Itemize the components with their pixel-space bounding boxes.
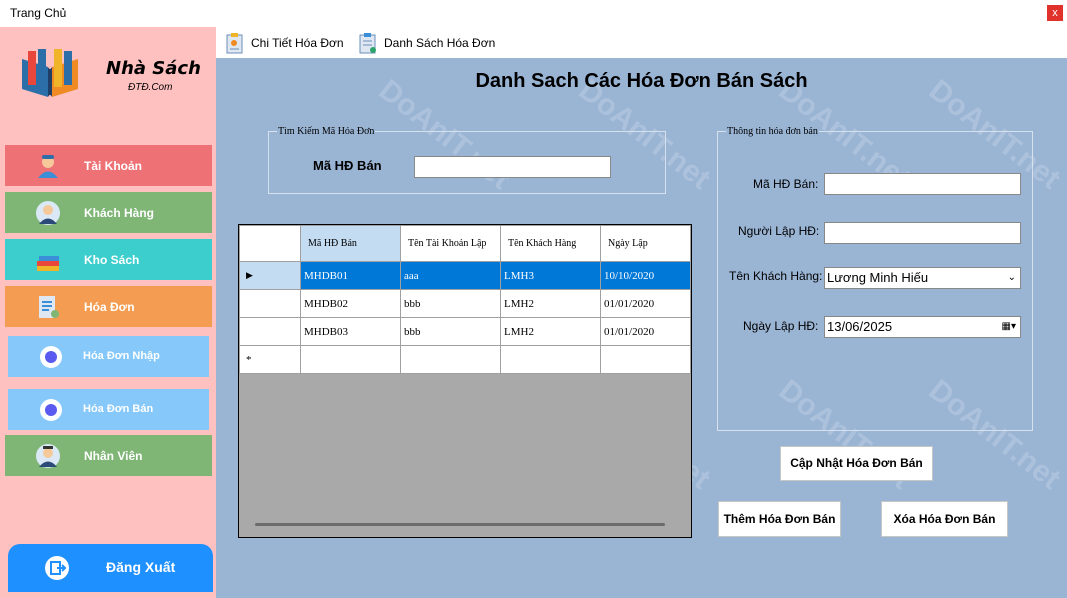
- nguoi-lap-label: Người Lập HĐ:: [738, 224, 820, 238]
- nav-label: Khách Hàng: [84, 206, 155, 220]
- cell[interactable]: MHDB01: [300, 261, 401, 290]
- chevron-down-icon: ⌄: [1007, 272, 1016, 283]
- toolbar: Chi Tiết Hóa Đơn Danh Sách Hóa Đơn: [216, 27, 1067, 58]
- khach-hang-select[interactable]: Lương Minh Hiếu ⌄: [824, 267, 1021, 289]
- invoice-icon: [39, 296, 59, 318]
- nav-hoa-don[interactable]: Hóa Đơn: [5, 286, 212, 327]
- brand-subtitle: ĐTĐ.Com: [128, 82, 173, 93]
- cell[interactable]: LMH2: [500, 317, 601, 346]
- customer-icon: [36, 201, 60, 225]
- ma-hd-label: Mã HĐ Bán:: [753, 177, 819, 191]
- radio-icon: [40, 399, 62, 421]
- col-header-khach-hang[interactable]: Tên Khách Hàng: [500, 225, 601, 262]
- add-invoice-button[interactable]: Thêm Hóa Đơn Bán: [718, 501, 841, 537]
- logout-button[interactable]: Đăng Xuất: [8, 544, 213, 592]
- col-header-tai-khoan[interactable]: Tên Tài Khoản Lập: [400, 225, 501, 262]
- grid-corner: [239, 225, 301, 262]
- invoice-list-icon: [359, 33, 376, 54]
- window-title: Trang Chủ: [10, 6, 67, 20]
- cell[interactable]: [400, 345, 501, 374]
- invoice-info-legend: Thông tin hóa đơn bán: [727, 126, 818, 137]
- table-row[interactable]: ▶ MHDB01 aaa LMH3 10/10/2020: [239, 261, 691, 290]
- brand-name: Nhà Sách: [106, 58, 201, 79]
- ngay-lap-datepicker[interactable]: 13/06/2025 ▦▾: [824, 316, 1021, 338]
- cell[interactable]: 01/01/2020: [600, 289, 691, 318]
- horizontal-scrollbar[interactable]: [255, 523, 665, 526]
- ngay-lap-value: 13/06/2025: [827, 319, 893, 334]
- sidebar: Nhà Sách ĐTĐ.Com Tài Khoản Khách Hàng Kh…: [0, 27, 216, 598]
- invoice-grid[interactable]: Mã HĐ Bán Tên Tài Khoản Lập Tên Khách Hà…: [238, 224, 692, 538]
- cell[interactable]: LMH3: [500, 261, 601, 290]
- nav-kho-sach[interactable]: Kho Sách: [5, 239, 212, 280]
- ma-hd-input[interactable]: [824, 173, 1021, 195]
- row-selector[interactable]: ▶: [239, 261, 301, 290]
- books-icon: [37, 256, 59, 271]
- nav-label: Nhân Viên: [84, 449, 143, 463]
- nav-nhan-vien[interactable]: Nhân Viên: [5, 435, 212, 476]
- toolbar-label: Chi Tiết Hóa Đơn: [251, 36, 344, 50]
- nav-tai-khoan[interactable]: Tài Khoản: [5, 145, 212, 186]
- khach-hang-label: Tên Khách Hàng:: [729, 269, 823, 283]
- cell[interactable]: [600, 345, 691, 374]
- cell[interactable]: 01/01/2020: [600, 317, 691, 346]
- logout-icon: [45, 556, 69, 580]
- nav-label: Hóa Đơn Bán: [83, 403, 154, 415]
- nav-label: Kho Sách: [84, 253, 140, 267]
- nav-label: Tài Khoản: [84, 159, 143, 173]
- main-panel: DoAnIT.net DoAnIT.net DoAnIT.net DoAnIT.…: [216, 58, 1067, 598]
- close-button[interactable]: x: [1047, 5, 1063, 21]
- cell[interactable]: MHDB02: [300, 289, 401, 318]
- delete-invoice-button[interactable]: Xóa Hóa Đơn Bán: [881, 501, 1008, 537]
- cell[interactable]: bbb: [400, 289, 501, 318]
- table-row[interactable]: MHDB03 bbb LMH2 01/01/2020: [239, 317, 691, 346]
- table-row[interactable]: MHDB02 bbb LMH2 01/01/2020: [239, 289, 691, 318]
- nav-hoa-don-ban[interactable]: Hóa Đơn Bán: [8, 389, 209, 430]
- cell[interactable]: [500, 345, 601, 374]
- ngay-lap-label: Ngày Lập HĐ:: [743, 319, 819, 333]
- col-header-ngay-lap[interactable]: Ngày Lập: [600, 225, 691, 262]
- radio-icon: [40, 346, 62, 368]
- toolbar-label: Danh Sách Hóa Đơn: [384, 36, 496, 50]
- nav-label: Hóa Đơn: [84, 300, 135, 314]
- cell[interactable]: bbb: [400, 317, 501, 346]
- nguoi-lap-input[interactable]: [824, 222, 1021, 244]
- search-legend: Tìm Kiếm Mã Hóa Đơn: [278, 126, 375, 137]
- staff-icon: [36, 444, 60, 468]
- search-input[interactable]: [414, 156, 611, 178]
- nav-khach-hang[interactable]: Khách Hàng: [5, 192, 212, 233]
- cell[interactable]: 10/10/2020: [600, 261, 691, 290]
- invoice-detail-icon: [226, 33, 243, 54]
- cell[interactable]: MHDB03: [300, 317, 401, 346]
- page-title: Danh Sach Các Hóa Đơn Bán Sách: [475, 70, 808, 92]
- row-selector[interactable]: [239, 289, 301, 318]
- book-logo-icon: [22, 49, 78, 97]
- new-row-marker: *: [239, 345, 301, 374]
- table-row-new[interactable]: *: [239, 345, 691, 374]
- user-account-icon: [38, 155, 58, 178]
- cell[interactable]: [300, 345, 401, 374]
- search-label: Mã HĐ Bán: [313, 158, 382, 173]
- update-invoice-button[interactable]: Cập Nhật Hóa Đơn Bán: [780, 446, 933, 481]
- cell[interactable]: aaa: [400, 261, 501, 290]
- logout-label: Đăng Xuất: [106, 559, 176, 575]
- row-selector[interactable]: [239, 317, 301, 346]
- title-bar: Trang Chủ x: [0, 0, 1067, 27]
- nav-label: Hóa Đơn Nhập: [83, 350, 160, 362]
- khach-hang-value: Lương Minh Hiếu: [827, 270, 929, 285]
- row-pointer-icon: ▶: [246, 270, 253, 280]
- nav-hoa-don-nhap[interactable]: Hóa Đơn Nhập: [8, 336, 209, 377]
- cell[interactable]: LMH2: [500, 289, 601, 318]
- grid-header-row: Mã HĐ Bán Tên Tài Khoản Lập Tên Khách Hà…: [239, 225, 691, 262]
- calendar-icon: ▦▾: [1001, 321, 1016, 332]
- col-header-ma-hd[interactable]: Mã HĐ Bán: [300, 225, 401, 262]
